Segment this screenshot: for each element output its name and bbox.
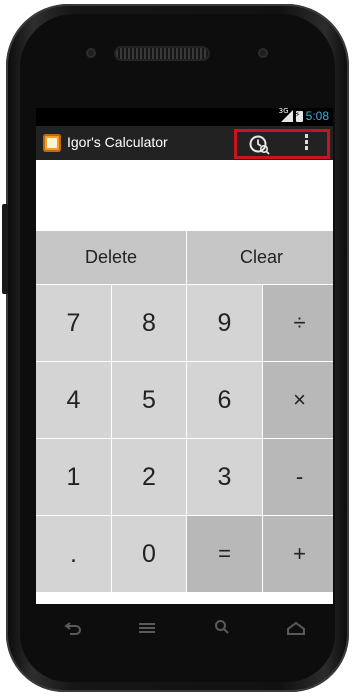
key-divide[interactable]: ÷ [263, 285, 333, 361]
power-button [2, 204, 8, 294]
hardware-nav-bar [36, 606, 333, 652]
key-8[interactable]: 8 [112, 285, 186, 361]
key-equals[interactable]: = [187, 516, 262, 592]
key-9[interactable]: 9 [187, 285, 262, 361]
proximity-sensor [258, 48, 268, 58]
app-title: Igor's Calculator [67, 134, 168, 150]
key-decimal[interactable]: . [36, 516, 111, 592]
key-7[interactable]: 7 [36, 285, 111, 361]
key-0[interactable]: 0 [112, 516, 186, 592]
overflow-menu-icon[interactable] [302, 134, 310, 154]
history-icon[interactable] [248, 133, 270, 155]
earpiece [116, 48, 208, 59]
calculator-display [36, 160, 333, 231]
screen: 3G 5:08 Igor's Calculator Delete Clear 7… [36, 108, 333, 604]
key-1[interactable]: 1 [36, 439, 111, 515]
front-camera [86, 48, 96, 58]
key-3[interactable]: 3 [187, 439, 262, 515]
key-6[interactable]: 6 [187, 362, 262, 438]
status-time: 5:08 [305, 109, 329, 123]
delete-button[interactable]: Delete [36, 231, 186, 284]
keypad: Delete Clear 7 8 9 ÷ 4 5 6 × 1 2 3 - . 0… [36, 231, 333, 604]
key-2[interactable]: 2 [112, 439, 186, 515]
clear-button[interactable]: Clear [187, 231, 333, 284]
key-subtract[interactable]: - [263, 439, 333, 515]
status-bar: 3G 5:08 [36, 108, 333, 126]
battery-charging-icon [295, 110, 303, 122]
key-4[interactable]: 4 [36, 362, 111, 438]
key-5[interactable]: 5 [112, 362, 186, 438]
home-icon[interactable] [281, 620, 311, 639]
menu-icon[interactable] [132, 620, 162, 639]
search-icon[interactable] [207, 619, 237, 639]
signal-icon: 3G [279, 108, 293, 122]
app-icon[interactable] [43, 134, 61, 152]
key-add[interactable]: + [263, 516, 333, 592]
key-multiply[interactable]: × [263, 362, 333, 438]
back-icon[interactable] [58, 620, 88, 639]
